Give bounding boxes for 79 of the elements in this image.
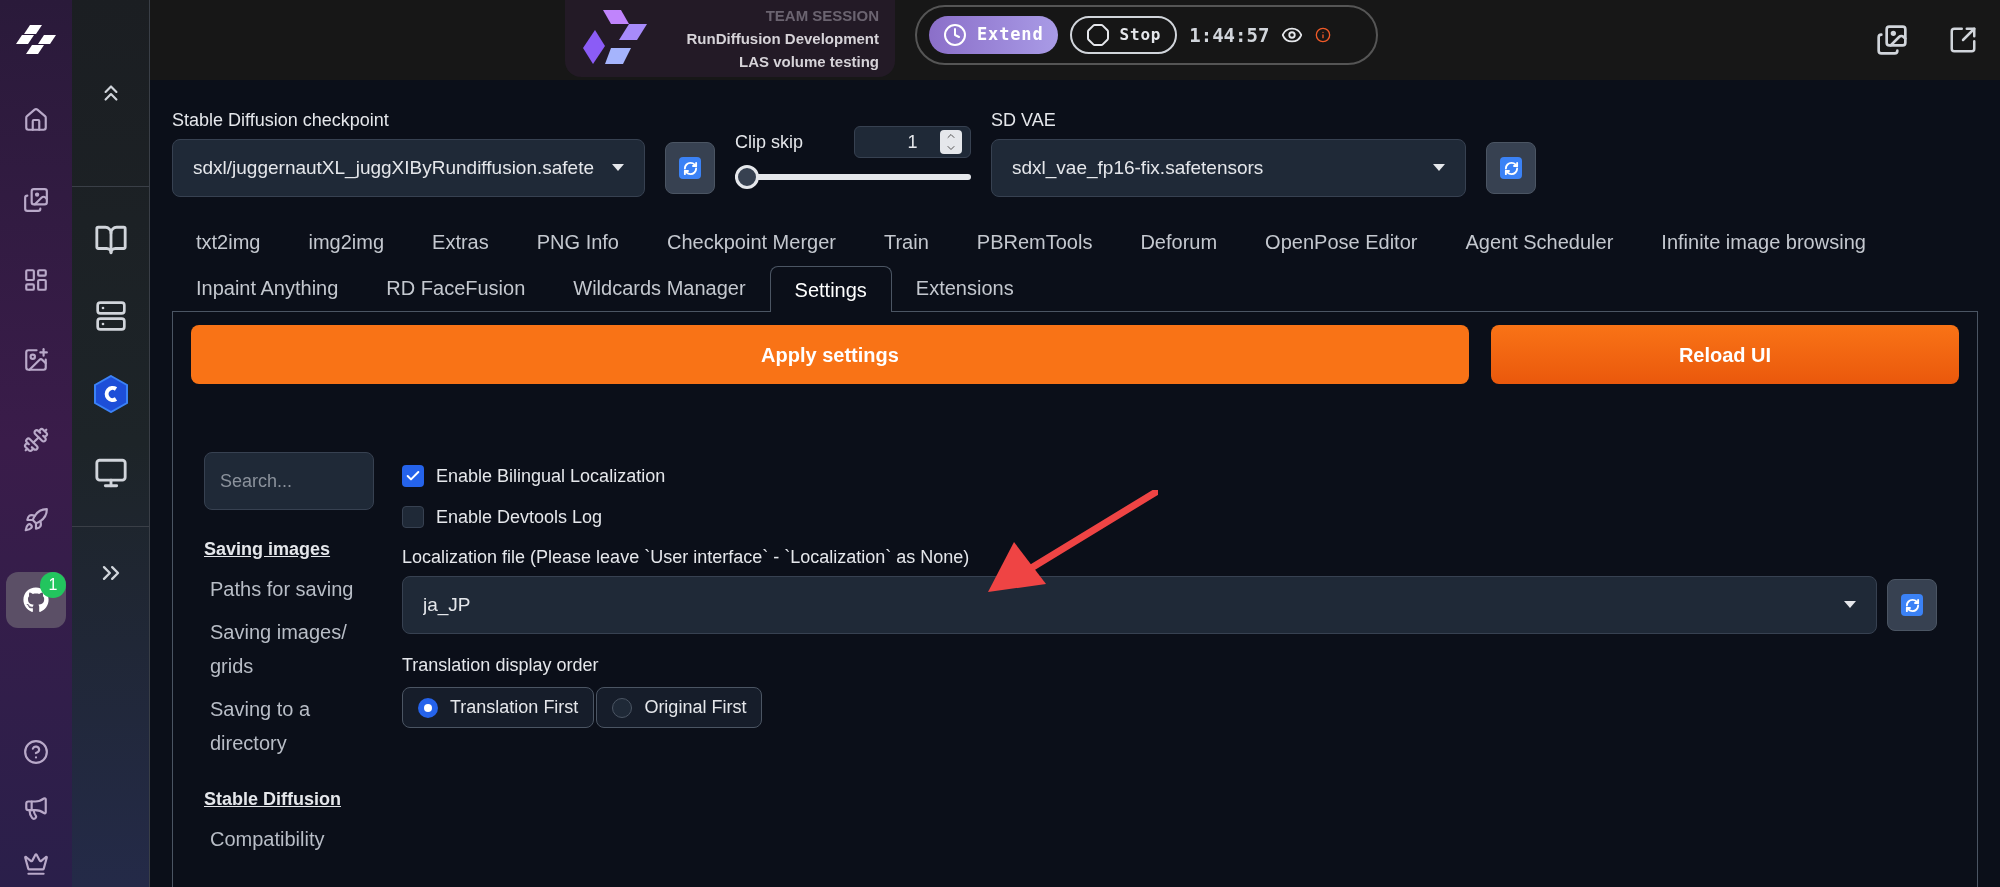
session-timer: 1:44:57 (1189, 22, 1270, 48)
clock-icon (943, 23, 967, 47)
slider-track[interactable] (735, 165, 971, 189)
field-label: SD VAE (991, 109, 1057, 132)
tab[interactable]: Wildcards Manager (549, 265, 770, 311)
radio-option[interactable]: Translation First (402, 687, 595, 728)
logo-icon (16, 25, 56, 55)
tab[interactable]: txt2img (172, 219, 285, 265)
refresh-icon (1901, 594, 1923, 616)
dropdown-value: ja_JP (423, 592, 471, 618)
dropdown-value: sdxl/juggernautXL_juggXIByRundiffusion.safete (193, 155, 595, 181)
stop-button[interactable]: Stop (1069, 16, 1178, 54)
tab[interactable]: Train (859, 219, 953, 265)
refresh-button[interactable] (1486, 142, 1536, 194)
number-value: 1 (907, 130, 918, 154)
checkbox[interactable] (402, 506, 424, 528)
dashboard-icon (23, 267, 49, 293)
tab[interactable]: Checkpoint Merger (643, 219, 860, 265)
home-icon (23, 107, 49, 133)
search-field[interactable]: Search... (204, 452, 374, 510)
server-icon[interactable] (94, 299, 127, 332)
checkbox-label: Enable Bilingual Localization (436, 464, 666, 488)
caret-icon (1433, 164, 1445, 172)
tab[interactable]: OpenPose Editor (1241, 219, 1442, 265)
gallery-icon[interactable] (1876, 24, 1908, 56)
radio-label: Translation First (450, 696, 579, 719)
tab[interactable]: Extensions (891, 265, 1038, 311)
refresh-button[interactable] (1887, 579, 1937, 631)
radio-label: Original First (644, 696, 747, 719)
settings-nav-link[interactable]: Compatibility (210, 822, 374, 856)
caret-icon (1844, 601, 1856, 609)
dropdown[interactable]: sdxl_vae_fp16-fix.safetensors (991, 139, 1466, 197)
megaphone-icon[interactable] (23, 795, 49, 821)
settings-nav-link[interactable]: Paths for saving (210, 572, 374, 606)
settings-nav-link[interactable]: Saving to a directory (210, 692, 374, 760)
refresh-icon (679, 157, 701, 179)
field-label: Translation display order (402, 654, 600, 677)
rocket-icon (23, 507, 49, 533)
tab[interactable]: Infinite image browsing (1637, 219, 1890, 265)
tab[interactable]: PBRemTools (952, 219, 1117, 265)
help-icon[interactable] (23, 739, 49, 765)
dumbbell-icon (23, 427, 49, 453)
radio-option[interactable]: Original First (596, 687, 763, 728)
number-field[interactable]: 1 (854, 126, 971, 158)
field-label: Clip skip (735, 130, 804, 154)
crown-icon[interactable] (23, 851, 49, 877)
tab[interactable]: Deforum (1116, 219, 1242, 265)
hexagon-c-icon[interactable] (93, 375, 128, 414)
session-label: TEAM SESSION (765, 6, 879, 26)
notification-badge: 1 (40, 572, 66, 598)
tab[interactable]: Inpaint Anything (172, 265, 363, 311)
tab[interactable]: img2img (284, 219, 409, 265)
checkbox-label: Enable Devtools Log (436, 505, 603, 529)
info-icon[interactable] (1315, 27, 1332, 43)
external-link-icon[interactable] (1948, 25, 1978, 55)
tab[interactable]: Settings (769, 266, 892, 312)
dropdown-value: sdxl_vae_fp16-fix.safetensors (1012, 155, 1264, 181)
tab[interactable]: Extras (408, 219, 513, 265)
tab[interactable]: RD FaceFusion (362, 265, 550, 311)
refresh-button[interactable] (665, 142, 715, 194)
slider-thumb[interactable] (735, 165, 759, 189)
session-subtitle: LAS volume testing (738, 52, 879, 72)
field-label: Localization file (Please leave `User interface` - `Localization` as None) (402, 546, 971, 569)
caret-icon (612, 164, 624, 172)
section-link[interactable]: Saving images (204, 536, 374, 563)
field-label: Stable Diffusion checkpoint (172, 109, 390, 132)
session-name: RunDiffusion Development (686, 29, 879, 49)
checkbox[interactable] (402, 465, 424, 487)
tab[interactable]: Agent Scheduler (1441, 219, 1638, 265)
image-plus-icon (23, 347, 49, 373)
images-icon (23, 187, 49, 213)
stop-icon (1085, 23, 1110, 47)
dropdown[interactable]: sdxl/juggernautXL_juggXIByRundiffusion.safete (172, 139, 645, 197)
tab[interactable]: PNG Info (512, 219, 643, 265)
dropdown[interactable]: ja_JP (402, 576, 1877, 634)
settings-nav-link[interactable]: Saving images/ grids (210, 615, 374, 683)
section-link[interactable]: Stable Diffusion (204, 786, 374, 813)
refresh-icon (1500, 157, 1522, 179)
stepper-icon[interactable] (940, 130, 962, 154)
